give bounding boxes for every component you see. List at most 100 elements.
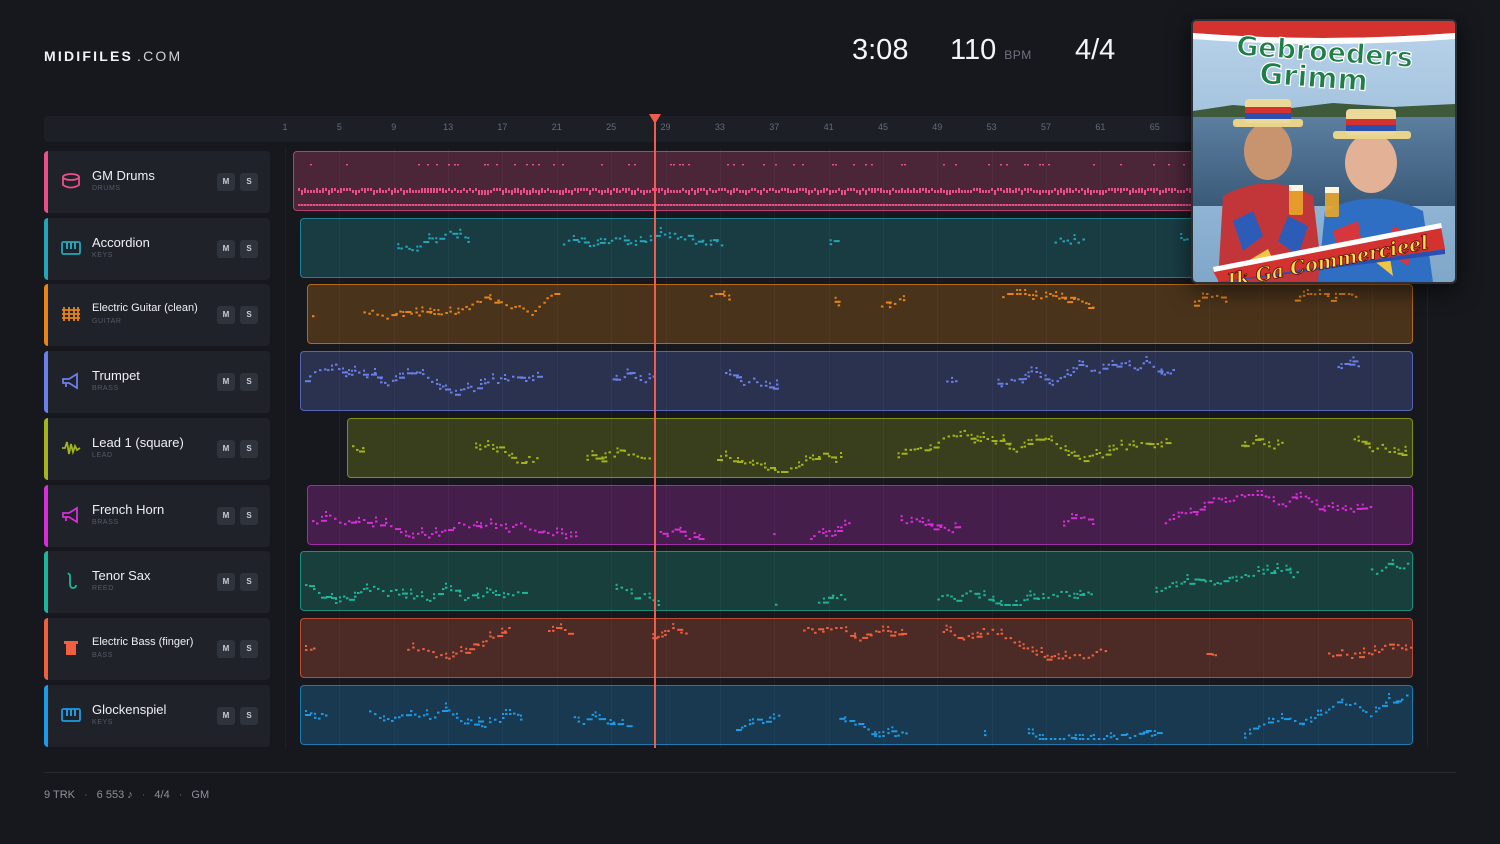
brand-name: MIDIFILES <box>44 48 134 64</box>
guitar-icon <box>61 304 81 324</box>
tempo-value: 110 <box>950 34 997 66</box>
track-name: Tenor Sax <box>92 568 151 584</box>
midi-clip[interactable] <box>306 284 1413 345</box>
footer-divider <box>44 772 1456 773</box>
footer-time-signature: 4/4 <box>154 789 170 801</box>
track-name: Trumpet <box>92 368 140 384</box>
ruler-tick: 61 <box>1095 122 1106 132</box>
tempo-unit: BPM <box>1004 48 1032 62</box>
track-color-stripe <box>44 284 48 347</box>
track-name: GM Drums <box>92 168 155 183</box>
midi-clip[interactable] <box>299 551 1413 612</box>
ruler-tick: 25 <box>606 122 617 132</box>
track-category: BRASS <box>92 518 119 526</box>
bass-icon <box>61 638 81 658</box>
track-name: Glockenspiel <box>92 701 167 717</box>
mute-button[interactable]: M <box>217 439 235 458</box>
solo-button[interactable]: S <box>240 239 258 258</box>
ruler-tick: 45 <box>877 122 888 132</box>
midi-clip[interactable] <box>299 351 1413 412</box>
track-color-stripe <box>44 551 48 614</box>
ruler-tick: 5 <box>336 122 342 132</box>
keyboard-icon <box>61 705 81 725</box>
track-header[interactable]: Accordion KEYS M S <box>44 217 270 280</box>
midi-clip[interactable] <box>347 417 1413 478</box>
track-color-stripe <box>44 417 48 480</box>
track-name: Accordion <box>92 234 150 250</box>
solo-button[interactable]: S <box>240 373 258 392</box>
track-color-stripe <box>44 217 48 280</box>
playhead[interactable] <box>654 117 656 748</box>
track-header[interactable]: GM Drums DRUMS M S <box>44 151 270 213</box>
track-name: Lead 1 (square) <box>92 434 184 450</box>
brand-domain: .COM <box>137 48 183 64</box>
ruler-tick: 49 <box>932 122 943 132</box>
track-category: KEYS <box>92 251 114 259</box>
horn-icon <box>61 371 81 391</box>
note-count: 6 553 ♪ <box>96 789 133 801</box>
track-color-stripe <box>44 351 48 414</box>
horn-icon <box>61 505 81 525</box>
track-color-stripe <box>44 151 48 213</box>
midi-standard: GM <box>191 789 210 801</box>
track-header[interactable]: Electric Guitar (clean) GUITAR M S <box>44 284 270 347</box>
track-color-stripe <box>44 684 48 747</box>
brand-logo: MIDIFILES .COM <box>44 48 182 64</box>
track-count: 9 TRK <box>44 789 75 801</box>
ruler-tick: 33 <box>714 122 725 132</box>
track-category: BRASS <box>92 385 119 393</box>
track-header[interactable]: Electric Bass (finger) BASS M S <box>44 617 270 680</box>
ruler-tick: 17 <box>497 122 508 132</box>
solo-button[interactable]: S <box>240 706 258 725</box>
midi-clip[interactable] <box>299 617 1413 678</box>
midi-clip[interactable] <box>306 484 1413 545</box>
track-category: GUITAR <box>92 318 122 326</box>
track-category: KEYS <box>92 718 114 726</box>
midi-clip[interactable] <box>299 684 1413 745</box>
solo-button[interactable]: S <box>240 306 258 325</box>
mute-button[interactable]: M <box>217 173 235 191</box>
track-name: Electric Bass (finger) <box>92 635 194 648</box>
track-header[interactable]: Lead 1 (square) LEAD M S <box>44 417 270 480</box>
track-color-stripe <box>44 617 48 680</box>
drum-icon <box>61 171 81 191</box>
track-name: Electric Guitar (clean) <box>92 302 198 315</box>
mute-button[interactable]: M <box>217 306 235 325</box>
track-category: BASS <box>92 651 114 659</box>
track-header[interactable]: Tenor Sax REED M S <box>44 551 270 614</box>
footer-stats: 9 TRK · 6 553 ♪ · 4/4 · GM <box>44 789 209 801</box>
ruler-tick: 1 <box>282 122 288 132</box>
mute-button[interactable]: M <box>217 239 235 258</box>
track-name: French Horn <box>92 501 165 517</box>
album-art-image: Gebroeders Grimm Ik Ga Commercieel <box>1193 21 1455 282</box>
track-category: REED <box>92 585 114 593</box>
track-header[interactable]: Glockenspiel KEYS M S <box>44 684 270 747</box>
ruler-tick: 53 <box>986 122 997 132</box>
separator-dot: · <box>178 789 183 801</box>
track-category: DRUMS <box>92 185 121 192</box>
ruler-tick: 29 <box>660 122 671 132</box>
ruler-tick: 41 <box>823 122 834 132</box>
ruler-tick: 9 <box>391 122 397 132</box>
track-header[interactable]: Trumpet BRASS M S <box>44 351 270 414</box>
mute-button[interactable]: M <box>217 706 235 725</box>
solo-button[interactable]: S <box>240 506 258 525</box>
solo-button[interactable]: S <box>240 639 258 658</box>
mute-button[interactable]: M <box>217 506 235 525</box>
song-duration: 3:08 <box>852 34 909 66</box>
wave-icon <box>61 438 81 458</box>
mute-button[interactable]: M <box>217 573 235 592</box>
track-category: LEAD <box>92 451 113 459</box>
bar-gridline <box>285 148 286 748</box>
time-signature-display: 4/4 <box>1075 34 1116 66</box>
ruler-tick: 57 <box>1041 122 1052 132</box>
ruler-tick: 37 <box>769 122 780 132</box>
mute-button[interactable]: M <box>217 373 235 392</box>
track-color-stripe <box>44 484 48 547</box>
solo-button[interactable]: S <box>240 573 258 592</box>
ruler-tick: 21 <box>551 122 562 132</box>
mute-button[interactable]: M <box>217 639 235 658</box>
solo-button[interactable]: S <box>240 439 258 458</box>
solo-button[interactable]: S <box>240 173 258 191</box>
track-header[interactable]: French Horn BRASS M S <box>44 484 270 547</box>
